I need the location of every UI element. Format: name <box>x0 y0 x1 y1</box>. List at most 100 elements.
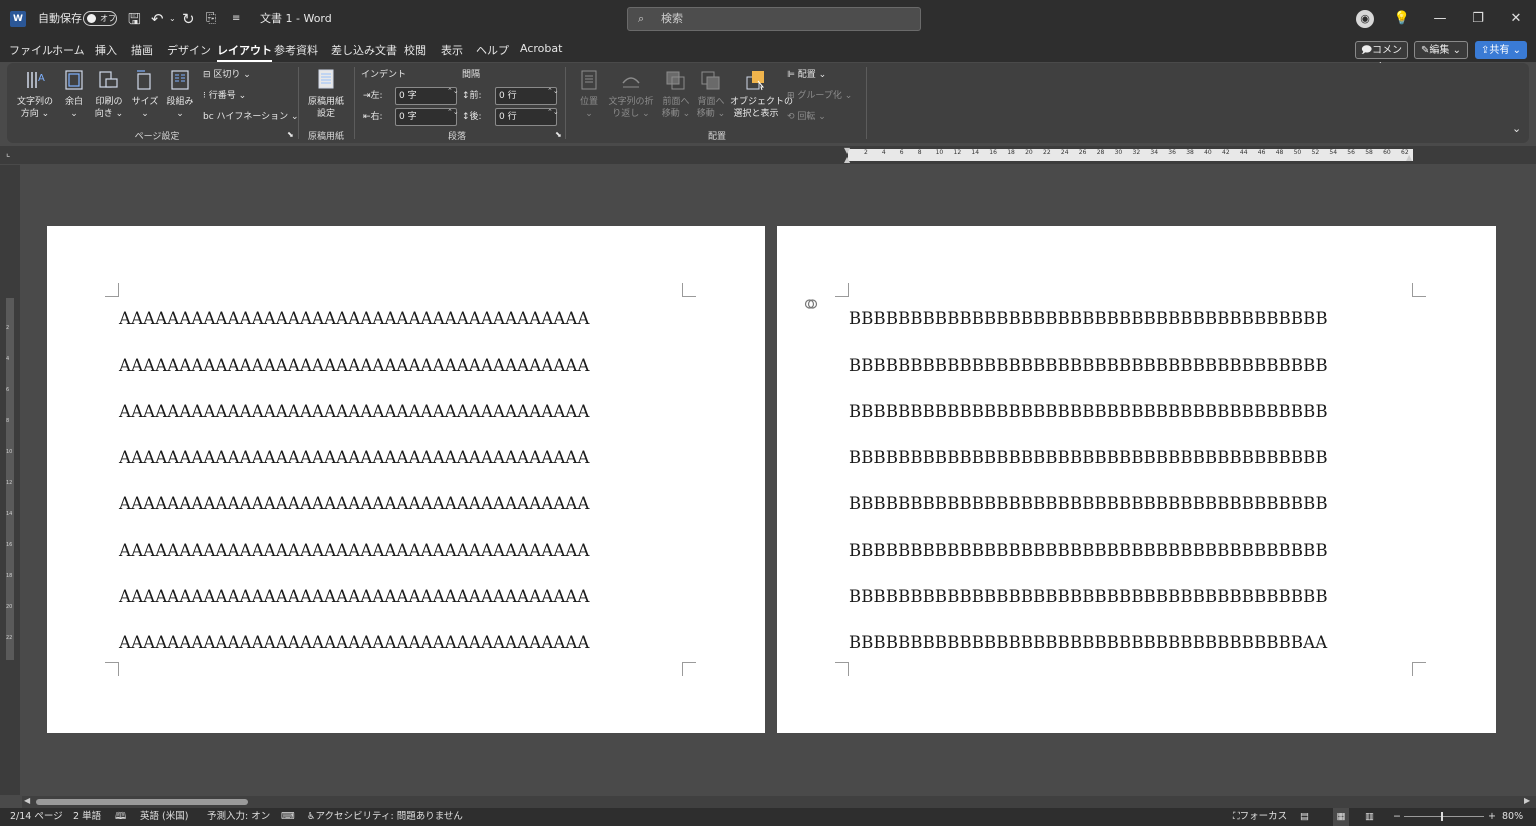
document-page-2[interactable]: BBBBBBBBBBBBBBBBBBBBBBBBBBBBBBBBBBBBBBB … <box>777 226 1496 733</box>
copilot-icon[interactable] <box>804 297 818 311</box>
zoom-in-icon[interactable]: + <box>1488 808 1496 826</box>
zoom-slider-thumb[interactable] <box>1441 812 1443 821</box>
selection-pane-label-1: オブジェクトの <box>730 97 794 107</box>
paragraph-launcher-icon[interactable]: ⬊ <box>555 129 562 141</box>
tab-layout[interactable]: レイアウト <box>217 42 272 62</box>
print-layout-icon[interactable]: ▦ <box>1333 808 1349 826</box>
text-line[interactable]: AAAAAAAAAAAAAAAAAAAAAAAAAAAAAAAAAAAAAAA <box>119 356 590 375</box>
focus-mode-button[interactable]: ⛶フォーカス <box>1233 808 1287 826</box>
undo-dropdown-icon[interactable]: ⌄ <box>169 0 176 38</box>
spacing-after-input[interactable]: 0 行 <box>495 108 557 126</box>
hyphenation-button[interactable]: bc ハイフネーション ⌄ <box>203 111 299 123</box>
proofing-icon[interactable]: 🕮 <box>115 808 126 826</box>
account-icon[interactable]: ◉ <box>1346 0 1384 38</box>
breaks-button[interactable]: ⊟ 区切り ⌄ <box>203 69 251 81</box>
hanging-indent-marker[interactable]: ▲ <box>844 155 850 164</box>
horizontal-ruler[interactable]: ⌞ ▼ ▲ ▲ 2 4 6 8 10 12 14 16 18 20 22 24 26 28 30 32 34 36… <box>0 146 1536 164</box>
text-line[interactable]: AAAAAAAAAAAAAAAAAAAAAAAAAAAAAAAAAAAAAAA <box>119 402 590 421</box>
tab-insert[interactable]: 挿入 <box>95 42 117 58</box>
align-button[interactable]: ⊫ 配置 ⌄ <box>787 69 826 81</box>
editing-mode-button[interactable]: ✎編集 ⌄ <box>1414 41 1468 59</box>
search-box[interactable]: ⌕ 検索 <box>627 7 921 31</box>
text-line[interactable]: BBBBBBBBBBBBBBBBBBBBBBBBBBBBBBBBBBBBBBB <box>849 402 1328 421</box>
text-line[interactable]: BBBBBBBBBBBBBBBBBBBBBBBBBBBBBBBBBBBBBBB <box>849 587 1328 606</box>
vertical-ruler[interactable]: 2 4 6 8 10 12 14 16 18 20 22 <box>0 165 20 795</box>
text-line[interactable]: BBBBBBBBBBBBBBBBBBBBBBBBBBBBBBBBBBBBBBB <box>849 356 1328 375</box>
wrap-text-button[interactable]: 文字列の折 り返し ⌄ <box>607 96 655 120</box>
text-line[interactable]: AAAAAAAAAAAAAAAAAAAAAAAAAAAAAAAAAAAAAAA <box>119 494 590 513</box>
margins-button[interactable]: 余白 ⌄ <box>60 96 88 120</box>
text-line[interactable]: BBBBBBBBBBBBBBBBBBBBBBBBBBBBBBBBBBBBBBB <box>849 309 1328 328</box>
position-button[interactable]: 位置 ⌄ <box>573 96 605 120</box>
word-count[interactable]: 2 単語 <box>73 808 101 826</box>
manuscript-paper-icon <box>318 69 334 89</box>
orientation-button[interactable]: 印刷の 向き ⌄ <box>91 96 127 120</box>
zoom-level[interactable]: 80% <box>1502 808 1523 826</box>
rotate-button[interactable]: ⟲ 回転 ⌄ <box>787 111 826 123</box>
columns-button[interactable]: 段組み ⌄ <box>163 96 197 120</box>
predictive-text-status[interactable]: 予測入力: オン <box>207 808 270 826</box>
tab-selector-icon[interactable]: ⌞ <box>6 149 10 159</box>
undo-icon[interactable]: ↶ <box>151 0 164 38</box>
manuscript-settings-button[interactable]: 原稿用紙 設定 <box>303 96 349 120</box>
text-line[interactable]: AAAAAAAAAAAAAAAAAAAAAAAAAAAAAAAAAAAAAAA <box>119 541 590 560</box>
read-mode-icon[interactable]: ▤ <box>1300 808 1309 826</box>
text-line[interactable]: AAAAAAAAAAAAAAAAAAAAAAAAAAAAAAAAAAAAAAA <box>119 309 590 328</box>
scroll-left-icon[interactable]: ◀ <box>24 796 30 805</box>
indent-left-input[interactable]: 0 字 <box>395 87 457 105</box>
scrollbar-thumb[interactable] <box>36 799 248 805</box>
redo-icon[interactable]: ↻ <box>182 0 195 38</box>
spacing-before-input[interactable]: 0 行 <box>495 87 557 105</box>
text-line[interactable]: BBBBBBBBBBBBBBBBBBBBBBBBBBBBBBBBBBBBBBB <box>849 448 1328 467</box>
selection-pane-button[interactable]: オブジェクトの 選択と表示 <box>730 96 793 120</box>
restore-icon[interactable]: ❐ <box>1459 0 1497 38</box>
zoom-out-icon[interactable]: − <box>1393 808 1401 826</box>
text-line[interactable]: BBBBBBBBBBBBBBBBBBBBBBBBBBBBBBBBBBBBBAA <box>849 633 1327 652</box>
group-button[interactable]: ⊞ グループ化 ⌄ <box>787 90 852 102</box>
minimize-icon[interactable]: — <box>1421 0 1459 38</box>
bring-forward-button[interactable]: 前面へ 移動 ⌄ <box>660 96 692 120</box>
indent-right-input[interactable]: 0 字 <box>395 108 457 126</box>
autosave-toggle[interactable]: オフ <box>83 11 117 26</box>
keyboard-icon[interactable]: ⌨ <box>281 808 295 826</box>
tab-file[interactable]: ファイル <box>9 42 53 58</box>
document-page-1[interactable]: AAAAAAAAAAAAAAAAAAAAAAAAAAAAAAAAAAAAAAA … <box>47 226 765 733</box>
language-status[interactable]: 英語 (米国) <box>140 808 188 826</box>
comment-button[interactable]: 🗩コメント <box>1355 41 1408 73</box>
share-button[interactable]: ⇪共有 ⌄ <box>1475 41 1527 59</box>
text-line[interactable]: BBBBBBBBBBBBBBBBBBBBBBBBBBBBBBBBBBBBBBB <box>849 494 1328 513</box>
lightbulb-icon[interactable]: 💡 <box>1383 0 1421 38</box>
send-backward-button[interactable]: 背面へ 移動 ⌄ <box>695 96 727 120</box>
scroll-right-icon[interactable]: ▶ <box>1524 796 1530 805</box>
horizontal-scrollbar[interactable]: ◀ ▶ <box>22 796 1536 808</box>
first-line-indent-marker[interactable]: ▼ <box>844 146 850 155</box>
text-direction-button[interactable]: 文字列の 方向 ⌄ <box>16 96 54 120</box>
tab-review[interactable]: 校閲 <box>404 42 426 58</box>
text-line[interactable]: AAAAAAAAAAAAAAAAAAAAAAAAAAAAAAAAAAAAAAA <box>119 587 590 606</box>
crop-mark-top-left <box>835 283 849 297</box>
print-preview-icon[interactable]: ⎘ <box>206 0 216 38</box>
accessibility-status[interactable]: ♿アクセシビリティ: 問題ありません <box>307 808 463 826</box>
tab-references[interactable]: 参考資料 <box>274 42 318 58</box>
line-numbers-button[interactable]: ⁝ 行番号 ⌄ <box>203 90 246 102</box>
size-button[interactable]: サイズ ⌄ <box>130 96 160 120</box>
text-line[interactable]: BBBBBBBBBBBBBBBBBBBBBBBBBBBBBBBBBBBBBBB <box>849 541 1328 560</box>
page-count[interactable]: 2/14 ページ <box>10 808 63 826</box>
close-icon[interactable]: ✕ <box>1497 0 1535 38</box>
text-line[interactable]: AAAAAAAAAAAAAAAAAAAAAAAAAAAAAAAAAAAAAAA <box>119 633 590 652</box>
tab-design[interactable]: デザイン <box>167 42 211 58</box>
tab-acrobat[interactable]: Acrobat <box>520 42 562 55</box>
text-line[interactable]: AAAAAAAAAAAAAAAAAAAAAAAAAAAAAAAAAAAAAAA <box>119 448 590 467</box>
customize-qat-icon[interactable]: ≡ <box>232 0 240 38</box>
vertical-ruler-number: 6 <box>6 387 10 393</box>
tab-help[interactable]: ヘルプ <box>476 42 509 58</box>
tab-view[interactable]: 表示 <box>441 42 463 58</box>
page-setup-launcher-icon[interactable]: ⬊ <box>287 129 294 141</box>
web-layout-icon[interactable]: ▥ <box>1365 808 1374 826</box>
save-icon[interactable]: 🖫 <box>128 0 141 38</box>
tab-mailings[interactable]: 差し込み文書 <box>331 42 397 58</box>
tab-home[interactable]: ホーム <box>52 42 85 58</box>
tab-draw[interactable]: 描画 <box>131 42 153 58</box>
zoom-slider[interactable] <box>1404 816 1484 817</box>
collapse-ribbon-icon[interactable]: ⌄ <box>1512 123 1521 135</box>
